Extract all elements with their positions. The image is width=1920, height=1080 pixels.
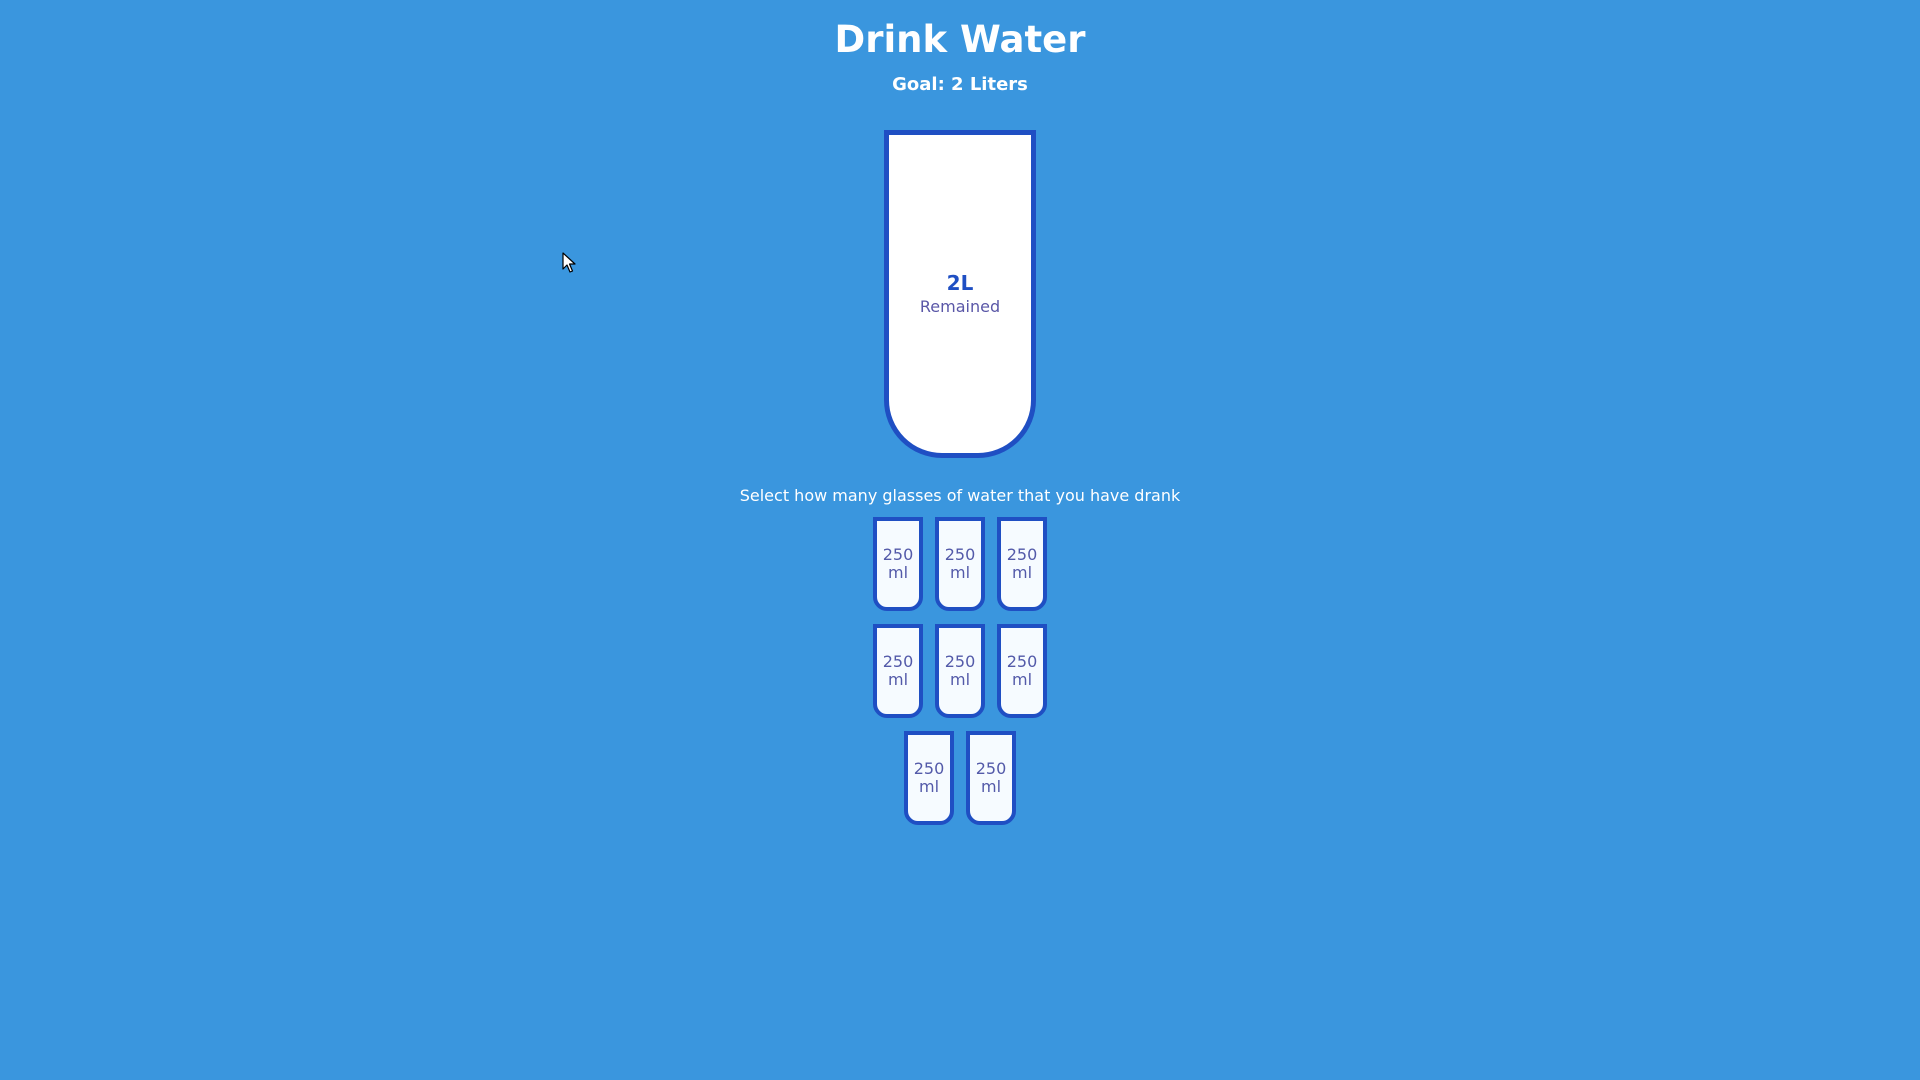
cup-unit: ml — [949, 563, 971, 583]
cup-amount: 250 — [882, 544, 914, 564]
cup-amount: 250 — [975, 758, 1007, 778]
small-cup[interactable]: 250 ml — [935, 624, 985, 719]
cup-unit: ml — [918, 777, 940, 797]
cup-unit: ml — [887, 563, 909, 583]
small-cup[interactable]: 250 ml — [904, 731, 954, 826]
cup-unit: ml — [887, 670, 909, 690]
big-cup: 2L Remained — [884, 129, 1036, 458]
remaining-liters: 2L — [946, 270, 974, 295]
remained-label: Remained — [919, 296, 1001, 316]
cup-amount: 250 — [913, 758, 945, 778]
small-cup[interactable]: 250 ml — [997, 517, 1047, 612]
cup-unit: ml — [980, 777, 1002, 797]
mouse-pointer-icon — [562, 252, 576, 273]
small-cups-grid: 250 ml 250 ml 250 ml 250 ml 250 ml 250 m… — [840, 517, 1080, 838]
instruction-text: Select how many glasses of water that yo… — [739, 485, 1181, 505]
cup-unit: ml — [1011, 670, 1033, 690]
small-cup[interactable]: 250 ml — [873, 624, 923, 719]
small-cup[interactable]: 250 ml — [966, 731, 1016, 826]
cup-amount: 250 — [882, 651, 914, 671]
page-title: Drink Water — [834, 18, 1086, 61]
cup-amount: 250 — [1006, 544, 1038, 564]
cup-amount: 250 — [1006, 651, 1038, 671]
cup-amount: 250 — [944, 651, 976, 671]
remained-area: 2L Remained — [920, 135, 1000, 453]
cup-amount: 250 — [944, 544, 976, 564]
drink-water-app: Drink Water Goal: 2 Liters 2L Remained S… — [0, 0, 1920, 838]
small-cup[interactable]: 250 ml — [997, 624, 1047, 719]
small-cup[interactable]: 250 ml — [935, 517, 985, 612]
cup-unit: ml — [949, 670, 971, 690]
goal-text: Goal: 2 Liters — [892, 74, 1028, 96]
cup-unit: ml — [1011, 563, 1033, 583]
small-cup[interactable]: 250 ml — [873, 517, 923, 612]
